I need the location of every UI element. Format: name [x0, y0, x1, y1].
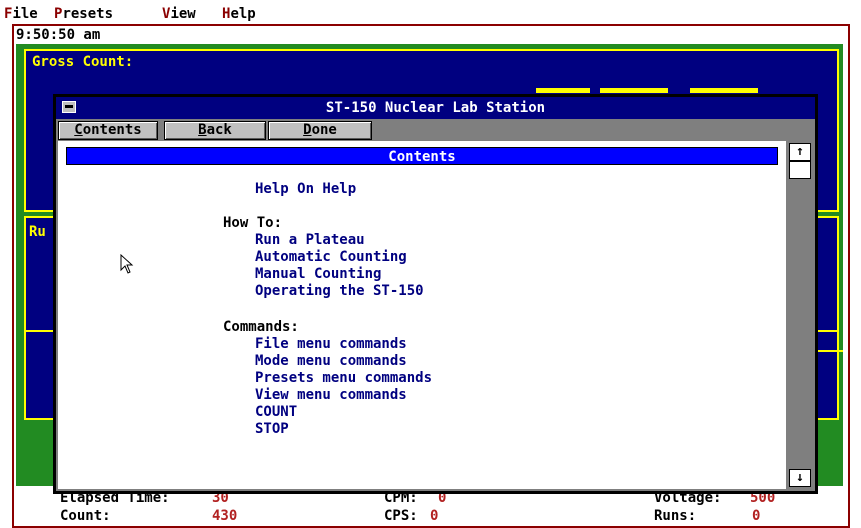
menu-view[interactable]: View	[162, 6, 196, 22]
help-toolbar: Contents Back Done	[56, 119, 815, 141]
back-button[interactable]: Back	[164, 121, 266, 140]
command-link[interactable]: COUNT	[255, 404, 297, 420]
command-link[interactable]: Mode menu commands	[255, 353, 407, 369]
howto-link[interactable]: Run a Plateau	[255, 232, 365, 248]
command-link[interactable]: STOP	[255, 421, 289, 437]
menu-help[interactable]: Help	[222, 6, 256, 22]
gross-count-digit-segment	[536, 88, 590, 93]
help-dialog-title: ST-150 Nuclear Lab Station	[325, 100, 546, 116]
howto-link[interactable]: Operating the ST-150	[255, 283, 424, 299]
menu-file[interactable]: File	[4, 6, 38, 22]
cps-label: CPS:	[384, 508, 418, 524]
runs-value: 0	[752, 508, 761, 524]
help-dialog-titlebar[interactable]: ST-150 Nuclear Lab Station	[56, 97, 815, 119]
contents-heading: Contents	[66, 147, 778, 165]
count-value: 430	[212, 508, 238, 524]
cps-value: 0	[430, 508, 439, 524]
count-label: Count:	[60, 508, 111, 524]
menu-presets[interactable]: Presets	[54, 6, 113, 22]
help-on-help-link[interactable]: Help On Help	[255, 181, 356, 197]
howto-link[interactable]: Manual Counting	[255, 266, 381, 282]
clock: 9:50:50 am	[16, 27, 101, 43]
gross-count-label: Gross Count:	[32, 54, 134, 70]
gross-count-digit-segment	[690, 88, 758, 93]
scroll-thumb[interactable]	[789, 161, 811, 179]
mouse-pointer-icon	[120, 254, 134, 274]
command-link[interactable]: Presets menu commands	[255, 370, 432, 386]
scroll-up-arrow-icon[interactable]: ↑	[789, 143, 811, 161]
menu-bar: File Presets View Help	[0, 0, 861, 26]
runs-panel-label: Ru	[29, 224, 46, 240]
commands-heading: Commands:	[223, 319, 299, 335]
command-link[interactable]: View menu commands	[255, 387, 407, 403]
done-button[interactable]: Done	[268, 121, 372, 140]
lower-panel-divider	[816, 350, 843, 352]
runs-label: Runs:	[654, 508, 697, 524]
command-link[interactable]: File menu commands	[255, 336, 407, 352]
scroll-down-arrow-icon[interactable]: ↓	[789, 469, 811, 487]
contents-button[interactable]: Contents	[58, 121, 158, 140]
help-dialog: ST-150 Nuclear Lab Station Contents Back…	[53, 94, 818, 494]
help-content: Contents Help On Help How To: Run a Plat…	[58, 141, 786, 489]
gross-count-digit-segment	[600, 88, 668, 93]
how-to-heading: How To:	[223, 215, 283, 231]
help-scrollbar[interactable]: ↑ ↓	[786, 141, 812, 489]
howto-link[interactable]: Automatic Counting	[255, 249, 407, 265]
